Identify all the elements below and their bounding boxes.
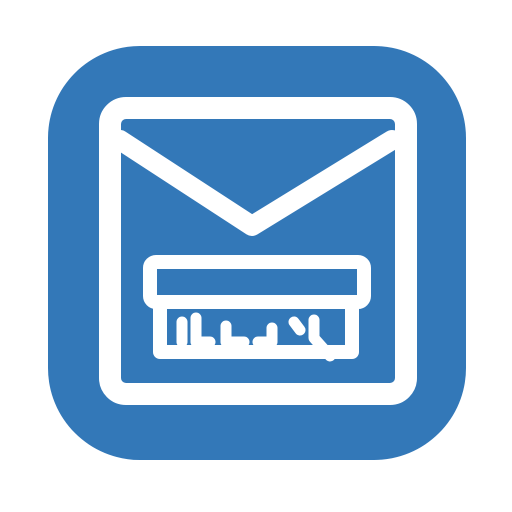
icon-canvas [0, 0, 512, 512]
mail-archive-icon [48, 46, 466, 460]
